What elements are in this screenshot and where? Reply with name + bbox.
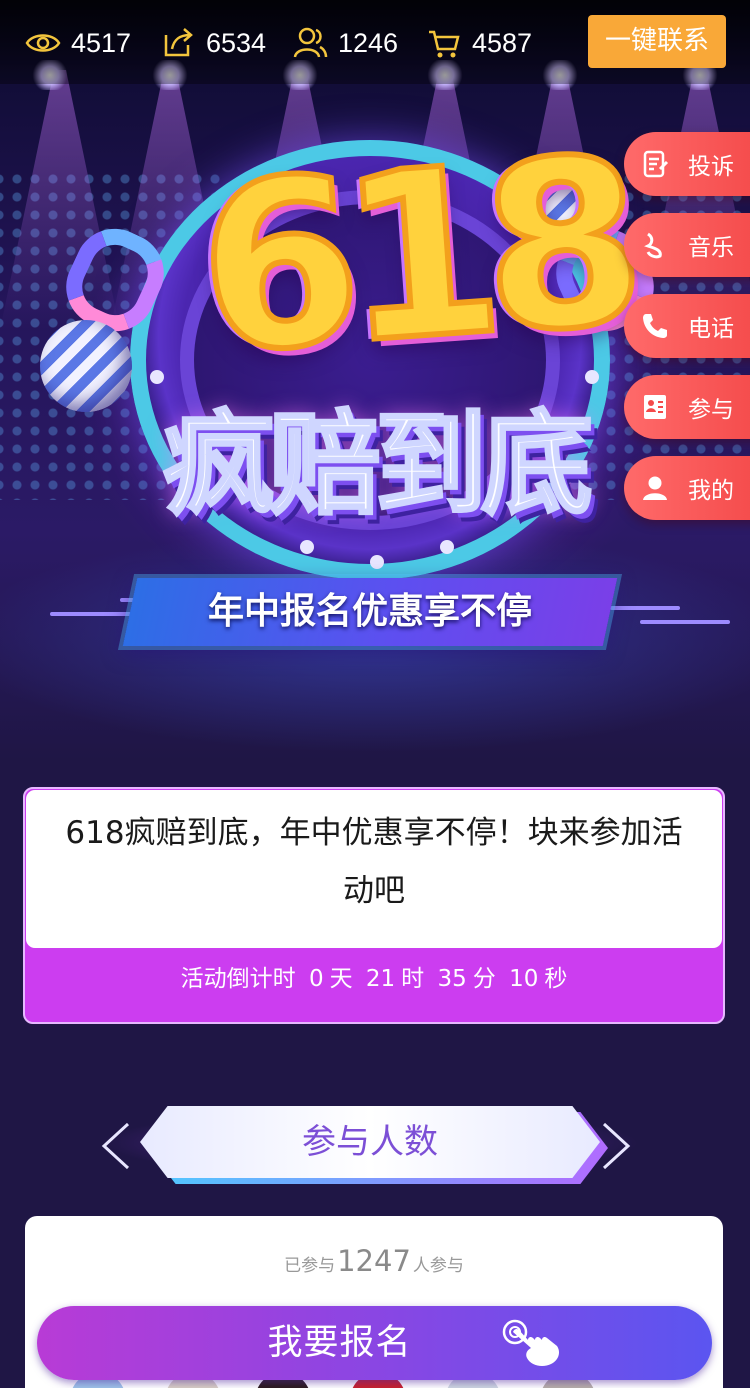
pointing-hand-icon — [502, 1319, 559, 1366]
participant-prefix: 已参与 — [284, 1256, 336, 1276]
countdown-timer: 活动倒计时 0天 21 时 35 分 10 秒 — [25, 959, 723, 999]
hero-618: 618 — [188, 106, 638, 408]
side-menu-music[interactable]: 音乐 — [624, 213, 750, 277]
stat-orders-value: 4587 — [472, 27, 533, 58]
side-menu-participate[interactable]: 参与 — [624, 375, 750, 439]
speed-line — [50, 612, 140, 616]
stat-shares: 6534 — [160, 24, 266, 62]
user-icon — [643, 476, 667, 500]
side-menu-label: 参与 — [688, 397, 734, 423]
participant-count: 已参与1247 人参与 — [25, 1244, 723, 1278]
cart-icon — [429, 30, 460, 58]
participant-suffix: 人参与 — [412, 1256, 464, 1276]
participant-number: 1247 — [337, 1244, 411, 1278]
users-icon — [293, 27, 328, 58]
signup-label: 我要报名 — [267, 1323, 412, 1363]
phone-icon — [643, 314, 667, 338]
stats-bar: 4517 6534 1246 4587 一键联系 — [0, 0, 750, 84]
speed-line — [640, 620, 730, 624]
eye-icon — [25, 34, 61, 52]
stat-users-value: 1246 — [338, 27, 399, 58]
ring-dot — [150, 370, 164, 384]
ring-dot — [440, 540, 454, 554]
signup-button[interactable]: 我要报名 — [37, 1306, 712, 1380]
contact-button[interactable]: 一键联系 — [588, 15, 726, 68]
countdown-minutes-unit: 分 — [472, 966, 496, 992]
countdown-label: 活动倒计时 — [180, 966, 296, 992]
participate-icon — [644, 395, 666, 419]
side-menu-label: 音乐 — [688, 235, 734, 261]
countdown-seconds: 10 — [509, 966, 539, 992]
stat-views: 4517 — [25, 24, 131, 62]
countdown-minutes: 35 — [437, 966, 467, 992]
complaint-icon — [643, 150, 669, 178]
side-menu-label: 投诉 — [688, 154, 734, 180]
chevron-left-icon — [101, 1122, 130, 1170]
stat-views-value: 4517 — [71, 27, 132, 58]
countdown-hours: 21 — [365, 966, 396, 992]
countdown-days: 0 — [308, 966, 324, 992]
countdown-seconds-unit: 秒 — [544, 966, 568, 992]
hero-slogan: 年中报名优惠享不停 — [207, 591, 532, 632]
side-menu-label: 电话 — [688, 316, 734, 342]
side-menu-phone[interactable]: 电话 — [624, 294, 750, 358]
side-menu-mine[interactable]: 我的 — [624, 456, 750, 520]
countdown-days-unit: 天 — [329, 966, 353, 992]
chevron-right-icon — [602, 1122, 631, 1170]
ring-dot — [300, 540, 314, 554]
speed-line — [610, 606, 680, 610]
side-menu-complaint[interactable]: 投诉 — [624, 132, 750, 196]
stat-orders: 4587 — [426, 24, 532, 62]
side-menu-label: 我的 — [688, 478, 734, 504]
section-title: 参与人数 — [302, 1122, 438, 1162]
music-icon — [644, 232, 662, 259]
stat-users: 1246 — [292, 24, 398, 62]
activity-card: 618疯赔到底，年中优惠享不停！块来参加活动吧 活动倒计时 0天 21 时 35 分… — [23, 787, 725, 1024]
activity-description: 618疯赔到底，年中优惠享不停！块来参加活动吧 — [26, 790, 722, 948]
stat-shares-value: 6534 — [206, 27, 267, 58]
hero-title: 疯赔到底 — [162, 399, 595, 532]
participants-section-header: 参与人数 — [100, 1100, 640, 1184]
share-icon — [164, 28, 193, 57]
ring-dot — [370, 555, 384, 569]
countdown-hours-unit: 时 — [401, 966, 425, 992]
